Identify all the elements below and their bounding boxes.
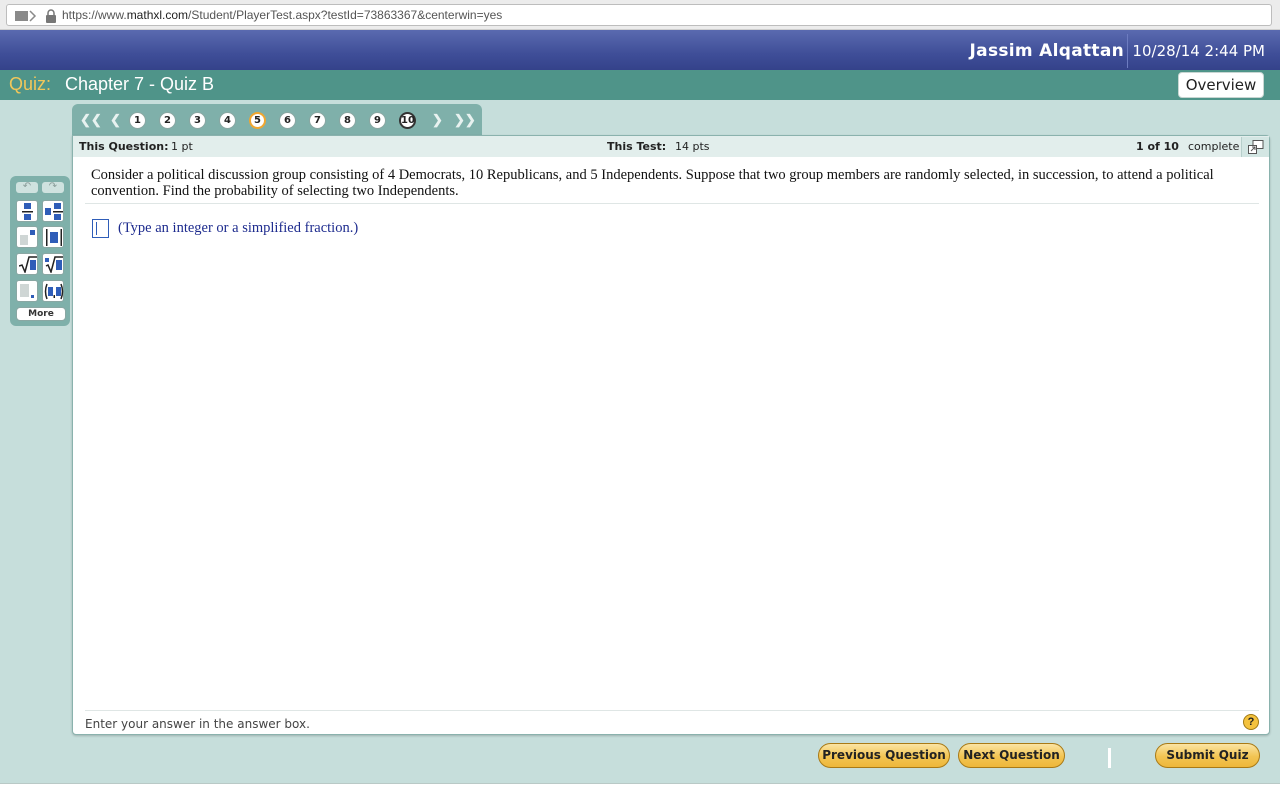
progress-count: 1 of 10 [1136, 140, 1179, 153]
ordered-pair-button[interactable] [42, 280, 64, 302]
square-root-icon [19, 256, 37, 273]
exponent-icon [20, 230, 35, 245]
exponent-button[interactable] [16, 226, 38, 248]
undo-icon[interactable]: ↶ [16, 182, 38, 193]
question-info-bar: This Question: 1 pt This Test: 14 pts 1 … [73, 136, 1269, 157]
submit-quiz-button[interactable]: Submit Quiz [1155, 743, 1260, 768]
question-2-button[interactable]: 2 [159, 112, 176, 129]
status-message: Enter your answer in the answer box. [85, 717, 310, 731]
app-header: Jassim Alqattan 10/28/14 2:44 PM [0, 30, 1280, 70]
quiz-title: Chapter 7 - Quiz B [65, 74, 215, 94]
fraction-icon [22, 203, 33, 220]
last-question-icon[interactable]: ❯❯ [454, 112, 476, 128]
url-domain: mathxl.com [126, 8, 189, 22]
next-question-button[interactable]: Next Question [958, 743, 1065, 768]
help-icon[interactable]: ? [1243, 714, 1259, 730]
question-panel: This Question: 1 pt This Test: 14 pts 1 … [72, 135, 1270, 735]
url-field[interactable]: https://www.mathxl.com/Student/PlayerTes… [6, 4, 1272, 26]
question-navigator: ❮❮ ❮ 1 2 3 4 5 6 7 8 9 10 ❯ ❯❯ [72, 104, 482, 136]
decimal-icon [20, 284, 34, 298]
redo-icon[interactable]: ↷ [42, 182, 64, 193]
prev-question-icon[interactable]: ❮ [110, 112, 121, 128]
footer-divider [85, 710, 1259, 711]
next-question-icon[interactable]: ❯ [432, 112, 443, 128]
answer-input[interactable] [92, 219, 109, 238]
answer-hint: (Type an integer or a simplified fractio… [118, 220, 359, 236]
question-4-button[interactable]: 4 [219, 112, 236, 129]
mixed-number-button[interactable] [42, 200, 64, 222]
question-6-button[interactable]: 6 [279, 112, 296, 129]
previous-question-button[interactable]: Previous Question [818, 743, 950, 768]
overview-button[interactable]: Overview [1178, 72, 1264, 98]
progress-suffix: complete [1188, 140, 1240, 153]
url-path: /Student/PlayerTest.aspx?testId=73863367… [188, 8, 503, 22]
browser-address-bar: https://www.mathxl.com/Student/PlayerTes… [0, 0, 1280, 30]
this-test-label: This Test: [607, 140, 667, 153]
url-text: https://www.mathxl.com/Student/PlayerTes… [62, 8, 502, 22]
this-question-points: 1 pt [171, 140, 193, 153]
datetime: 10/28/14 2:44 PM [1132, 42, 1265, 60]
nth-root-icon [45, 256, 63, 273]
lock-icon [46, 9, 56, 23]
expand-window-button[interactable] [1241, 137, 1269, 157]
question-text: Consider a political discussion group co… [91, 167, 1214, 199]
url-prefix: https://www. [62, 8, 127, 22]
first-question-icon[interactable]: ❮❮ [80, 112, 102, 128]
decimal-button[interactable] [16, 280, 38, 302]
square-root-button[interactable] [16, 253, 38, 275]
this-question-label: This Question: [79, 140, 169, 153]
question-7-button[interactable]: 7 [309, 112, 326, 129]
mixed-number-icon [45, 203, 63, 220]
question-5-button[interactable]: 5 [249, 112, 266, 129]
question-8-button[interactable]: 8 [339, 112, 356, 129]
question-10-button[interactable]: 10 [399, 112, 416, 129]
ordered-pair-icon [44, 283, 64, 300]
quiz-title-bar: Quiz: Chapter 7 - Quiz B Overview [0, 70, 1280, 100]
absolute-value-icon [46, 229, 62, 246]
expand-icon [1248, 140, 1264, 154]
user-name: Jassim Alqattan [969, 41, 1124, 61]
more-button[interactable]: More [16, 307, 66, 321]
quiz-label: Quiz: [9, 74, 52, 94]
question-3-button[interactable]: 3 [189, 112, 206, 129]
bottom-strip [0, 783, 1280, 800]
fraction-button[interactable] [16, 200, 38, 222]
this-test-points: 14 pts [675, 140, 710, 153]
nth-root-button[interactable] [42, 253, 64, 275]
question-1-button[interactable]: 1 [129, 112, 146, 129]
question-9-button[interactable]: 9 [369, 112, 386, 129]
question-divider [85, 203, 1259, 204]
reader-icon[interactable] [15, 10, 37, 22]
header-divider [1127, 34, 1128, 68]
text-cursor [1108, 748, 1111, 768]
absolute-value-button[interactable] [42, 226, 64, 248]
math-palette: ↶ ↷ More [10, 176, 70, 326]
